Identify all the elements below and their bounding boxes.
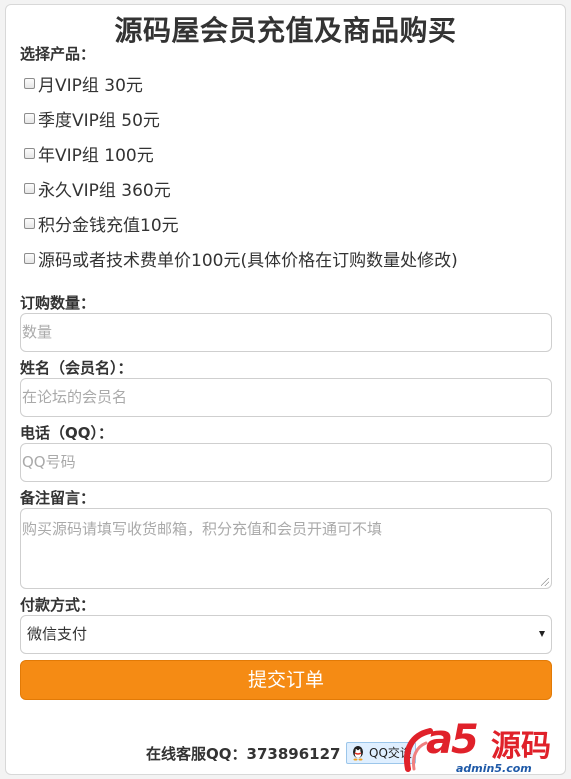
checkbox[interactable] — [24, 253, 35, 264]
qq-penguin-icon — [353, 746, 363, 761]
remark-textarea[interactable]: 购买源码请填写收货邮箱，积分充值和会员开通可不填 — [20, 508, 552, 589]
dropdown-arrow-icon — [539, 631, 545, 637]
checkbox[interactable] — [24, 218, 35, 229]
product-option-points-topup[interactable]: 积分金钱充值10元 — [24, 211, 179, 236]
member-name-input[interactable]: 在论坛的会员名 — [20, 378, 552, 417]
payment-selected-value: 微信支付 — [27, 625, 88, 643]
order-form-card: 源码屋会员充值及商品购买 选择产品： 月VIP组 30元 季度VIP组 50元 … — [5, 4, 566, 775]
watermark-brand-cn: 源码 — [491, 729, 551, 764]
resize-handle-icon[interactable] — [541, 578, 549, 586]
payment-label: 付款方式： — [20, 596, 96, 614]
product-option-label: 永久VIP组 360元 — [38, 181, 171, 201]
product-option-label: 月VIP组 30元 — [38, 76, 143, 96]
site-watermark: a5 源码 admin5.com — [396, 715, 571, 779]
quantity-input[interactable]: 数量 — [20, 313, 552, 352]
watermark-url: admin5.com — [456, 762, 532, 775]
product-option-label: 年VIP组 100元 — [38, 146, 154, 166]
checkbox[interactable] — [24, 183, 35, 194]
product-option-label: 季度VIP组 50元 — [38, 111, 160, 131]
remark-placeholder: 购买源码请填写收货邮箱，积分充值和会员开通可不填 — [22, 520, 383, 538]
product-option-monthly-vip[interactable]: 月VIP组 30元 — [24, 71, 143, 96]
checkbox[interactable] — [24, 113, 35, 124]
checkbox[interactable] — [24, 78, 35, 89]
product-option-source-tech-fee[interactable]: 源码或者技术费单价100元(具体价格在订购数量处修改) — [24, 246, 458, 271]
name-label: 姓名（会员名）： — [20, 359, 133, 377]
quantity-label: 订购数量： — [20, 294, 96, 312]
products-label: 选择产品： — [20, 45, 96, 63]
watermark-brand: a5 — [426, 717, 479, 763]
customer-service-qq: 在线客服QQ：373896127 — [146, 745, 341, 763]
qq-number-input[interactable]: QQ号码 — [20, 443, 552, 482]
product-option-lifetime-vip[interactable]: 永久VIP组 360元 — [24, 176, 171, 201]
product-option-label: 源码或者技术费单价100元(具体价格在订购数量处修改) — [38, 251, 458, 271]
checkbox[interactable] — [24, 148, 35, 159]
remark-label: 备注留言： — [20, 489, 96, 507]
product-option-quarterly-vip[interactable]: 季度VIP组 50元 — [24, 106, 160, 131]
submit-order-button[interactable]: 提交订单 — [20, 660, 552, 700]
product-option-yearly-vip[interactable]: 年VIP组 100元 — [24, 141, 154, 166]
product-option-label: 积分金钱充值10元 — [38, 216, 179, 236]
phone-label: 电话（QQ）： — [20, 424, 114, 442]
payment-method-select[interactable]: 微信支付 — [20, 615, 552, 654]
